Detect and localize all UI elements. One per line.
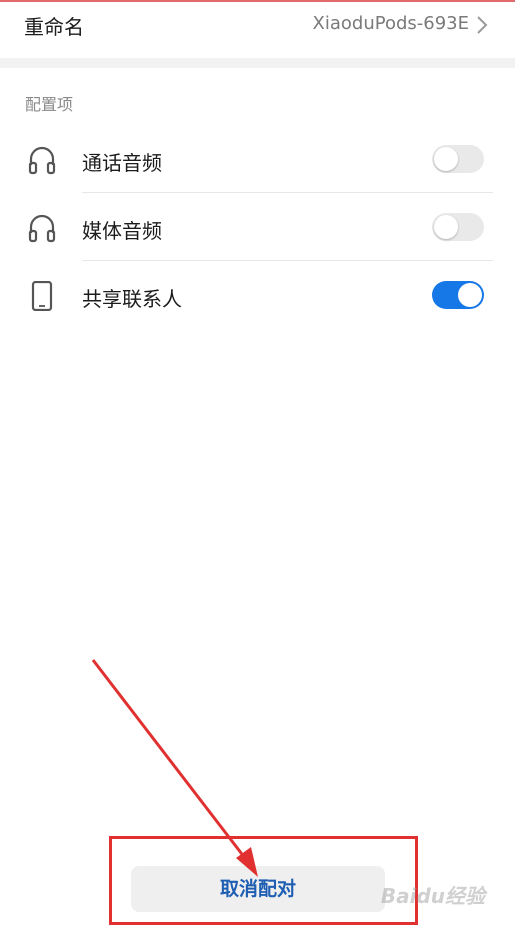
call-audio-toggle[interactable]: [432, 145, 484, 173]
phone-icon: [31, 281, 53, 311]
share-contacts-toggle[interactable]: [432, 281, 484, 309]
media-audio-toggle[interactable]: [432, 213, 484, 241]
headphones-icon: [28, 146, 56, 175]
headphones-icon: [28, 214, 56, 243]
setting-item-call-audio[interactable]: 通话音频: [0, 125, 515, 193]
watermark-logo: Baidu经验: [380, 884, 485, 908]
setting-item-label: 共享联系人: [82, 287, 182, 311]
setting-item-label: 媒体音频: [82, 219, 162, 243]
setting-item-label: 通话音频: [82, 151, 162, 175]
setting-item-media-audio[interactable]: 媒体音频: [0, 193, 515, 261]
unpair-button[interactable]: 取消配对: [131, 866, 385, 912]
toggle-knob: [434, 215, 458, 239]
setting-item-share-contacts[interactable]: 共享联系人: [0, 261, 515, 329]
device-name-value: XiaoduPods-693E: [312, 13, 469, 34]
toggle-knob: [434, 147, 458, 171]
section-title: 配置项: [25, 95, 74, 114]
rename-label: 重命名: [24, 15, 84, 39]
toggle-knob: [458, 283, 482, 307]
chevron-right-icon: [477, 16, 488, 34]
section-separator: [0, 58, 515, 68]
rename-row[interactable]: 重命名 XiaoduPods-693E: [0, 2, 515, 58]
